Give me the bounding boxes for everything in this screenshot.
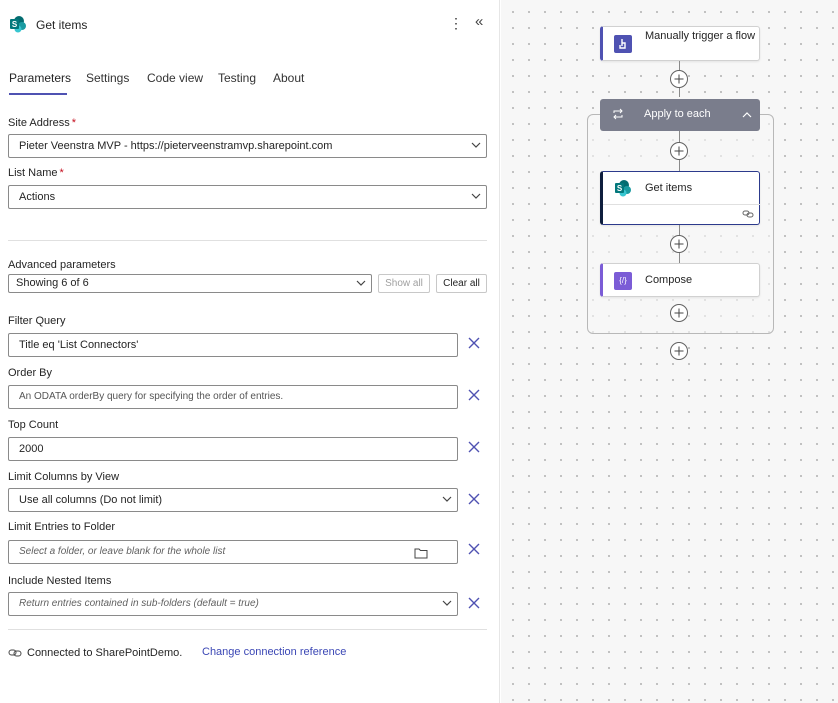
remove-order-by-icon[interactable] — [467, 388, 481, 402]
apply-to-each-header[interactable]: Apply to each — [600, 99, 760, 131]
limit-columns-dropdown[interactable]: Use all columns (Do not limit) — [8, 488, 458, 512]
limit-folder-placeholder: Select a folder, or leave blank for the … — [19, 546, 226, 557]
filter-query-value: Title eq 'List Connectors' — [19, 339, 139, 351]
remove-limit-columns-icon[interactable] — [467, 492, 481, 506]
add-step-button[interactable] — [670, 142, 688, 160]
tab-testing[interactable]: Testing — [218, 71, 256, 85]
tab-parameters[interactable]: Parameters — [9, 71, 71, 85]
site-address-label: Site Address * — [8, 117, 77, 129]
more-vertical-icon[interactable]: ⋮ — [449, 15, 463, 31]
action-details-panel: S Get items ⋮ « Parameters Settings Code… — [0, 0, 500, 703]
link-icon — [742, 209, 754, 222]
compose-card[interactable]: {/} Compose — [600, 263, 760, 297]
folder-icon[interactable] — [414, 546, 428, 563]
list-name-value: Actions — [19, 191, 56, 203]
top-count-input[interactable]: 2000 — [8, 437, 458, 461]
list-name-label: List Name * — [8, 167, 64, 179]
top-count-value: 2000 — [19, 443, 44, 455]
chevron-down-icon — [442, 599, 452, 607]
svg-text:S: S — [617, 184, 623, 193]
get-items-card[interactable]: S Get items — [600, 171, 760, 225]
get-items-title: Get items — [645, 182, 693, 194]
top-count-label: Top Count — [8, 419, 59, 431]
active-tab-indicator — [9, 93, 67, 95]
add-step-button[interactable] — [670, 235, 688, 253]
chevron-down-icon — [356, 279, 366, 287]
card-divider — [603, 204, 760, 205]
chevron-down-icon — [471, 141, 481, 149]
filter-query-label: Filter Query — [8, 315, 66, 327]
order-by-placeholder: An ODATA orderBy query for specifying th… — [19, 391, 284, 402]
double-chevron-left-icon[interactable]: « — [475, 14, 483, 30]
compose-icon: {/} — [614, 272, 632, 290]
order-by-input[interactable]: An ODATA orderBy query for specifying th… — [8, 385, 458, 409]
chevron-down-icon — [471, 192, 481, 200]
limit-columns-label: Limit Columns by View — [8, 471, 120, 483]
limit-folder-input[interactable]: Select a folder, or leave blank for the … — [8, 540, 458, 564]
advanced-parameters-value: Showing 6 of 6 — [16, 277, 89, 289]
add-step-button[interactable] — [670, 304, 688, 322]
add-step-button[interactable] — [670, 70, 688, 88]
compose-title: Compose — [645, 274, 693, 286]
limit-folder-label: Limit Entries to Folder — [8, 521, 115, 533]
show-all-button[interactable]: Show all — [378, 274, 430, 293]
site-address-value: Pieter Veenstra MVP - https://pieterveen… — [19, 140, 333, 152]
section-divider — [8, 240, 487, 241]
change-connection-link[interactable]: Change connection reference — [202, 646, 346, 658]
remove-filter-query-icon[interactable] — [467, 336, 481, 350]
site-address-dropdown[interactable]: Pieter Veenstra MVP - https://pieterveen… — [8, 134, 487, 158]
chevron-down-icon — [442, 495, 452, 503]
trigger-card[interactable]: Manually trigger a flow — [600, 26, 760, 61]
trigger-title: Manually trigger a flow — [645, 30, 756, 42]
tab-settings[interactable]: Settings — [86, 71, 129, 85]
svg-text:S: S — [12, 20, 18, 29]
connection-status: Connected to SharePointDemo. — [27, 647, 183, 659]
chevron-up-icon[interactable] — [742, 110, 752, 122]
remove-nested-items-icon[interactable] — [467, 596, 481, 610]
add-step-button[interactable] — [670, 342, 688, 360]
filter-query-input[interactable]: Title eq 'List Connectors' — [8, 333, 458, 357]
list-name-dropdown[interactable]: Actions — [8, 185, 487, 209]
sharepoint-icon: S — [9, 15, 27, 33]
connection-icon — [8, 647, 22, 659]
section-divider — [8, 629, 487, 630]
advanced-parameters-dropdown[interactable]: Showing 6 of 6 — [8, 274, 372, 293]
manual-trigger-icon — [614, 35, 632, 53]
order-by-label: Order By — [8, 367, 53, 379]
nested-items-placeholder: Return entries contained in sub-folders … — [19, 598, 259, 609]
remove-top-count-icon[interactable] — [467, 440, 481, 454]
nested-items-label: Include Nested Items — [8, 575, 112, 587]
tab-code-view[interactable]: Code view — [147, 71, 203, 85]
advanced-parameters-label: Advanced parameters — [8, 259, 116, 271]
panel-title: Get items — [36, 18, 88, 32]
flow-canvas[interactable]: Manually trigger a flow Apply to each S … — [501, 0, 838, 703]
apply-to-each-title: Apply to each — [644, 108, 711, 120]
nested-items-dropdown[interactable]: Return entries contained in sub-folders … — [8, 592, 458, 616]
tab-about[interactable]: About — [273, 71, 304, 85]
limit-columns-value: Use all columns (Do not limit) — [19, 494, 163, 506]
loop-icon — [612, 108, 624, 123]
clear-all-button[interactable]: Clear all — [436, 274, 487, 293]
sharepoint-icon: S — [614, 179, 632, 200]
remove-limit-folder-icon[interactable] — [467, 542, 481, 556]
